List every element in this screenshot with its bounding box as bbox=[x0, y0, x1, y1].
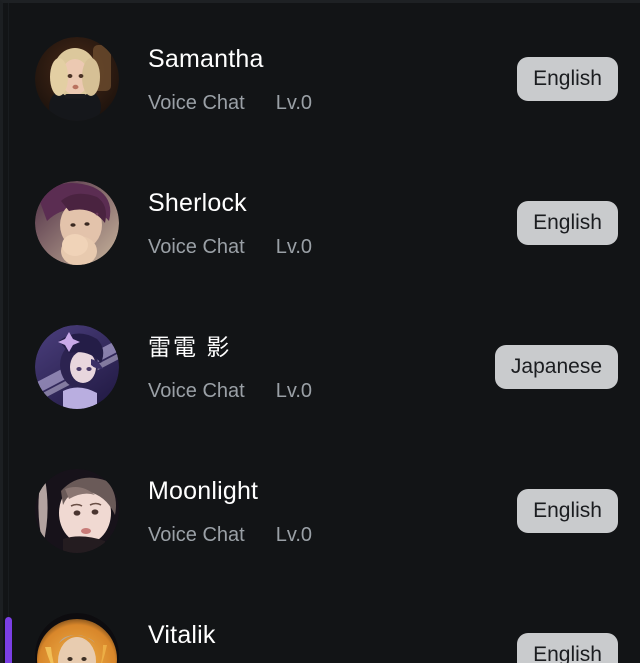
row-text: Samantha Voice Chat Lv.0 bbox=[148, 44, 312, 114]
character-list-window: Samantha Voice Chat Lv.0 English Sherloc… bbox=[0, 0, 640, 663]
level-label: Lv.0 bbox=[275, 92, 313, 114]
language-badge[interactable]: English bbox=[517, 489, 618, 533]
character-meta: Voice Chat Lv.0 bbox=[148, 236, 312, 258]
character-meta: Voice Chat Lv.0 bbox=[148, 380, 312, 402]
avatar-samantha-icon[interactable] bbox=[35, 37, 119, 121]
character-row[interactable]: Moonlight Voice Chat Lv.0 English bbox=[3, 439, 640, 583]
avatar-vitalik-icon[interactable] bbox=[35, 613, 119, 663]
row-text: Sherlock Voice Chat Lv.0 bbox=[148, 188, 312, 258]
character-name: 雷電 影 bbox=[148, 334, 232, 360]
character-row[interactable]: Samantha Voice Chat Lv.0 English bbox=[3, 7, 640, 151]
row-text: 雷電 影 Voice Chat Lv.0 bbox=[148, 332, 312, 402]
character-list: Samantha Voice Chat Lv.0 English Sherloc… bbox=[3, 3, 640, 663]
character-name: Vitalik bbox=[148, 621, 216, 649]
character-name: Moonlight bbox=[148, 477, 259, 505]
level-label: Lv.0 bbox=[275, 236, 313, 258]
character-name: Samantha bbox=[148, 45, 264, 73]
language-badge[interactable]: Japanese bbox=[494, 345, 618, 389]
avatar-moonlight-icon[interactable] bbox=[35, 469, 119, 553]
chat-mode-label: Voice Chat bbox=[148, 92, 245, 114]
row-text: Moonlight Voice Chat Lv.0 bbox=[148, 476, 312, 546]
language-badge[interactable]: English bbox=[517, 201, 618, 245]
character-meta: Voice Chat Lv.0 bbox=[148, 92, 312, 114]
character-row[interactable]: Vitalik Voice Chat Lv.0 English bbox=[3, 583, 640, 663]
language-badge[interactable]: English bbox=[517, 57, 618, 101]
chat-mode-label: Voice Chat bbox=[148, 236, 245, 258]
character-row[interactable]: 雷電 影 Voice Chat Lv.0 Japanese bbox=[3, 295, 640, 439]
chat-mode-label: Voice Chat bbox=[148, 380, 245, 402]
character-meta: Voice Chat Lv.0 bbox=[148, 524, 312, 546]
language-badge[interactable]: English bbox=[517, 633, 618, 663]
row-text: Vitalik Voice Chat Lv.0 bbox=[148, 620, 312, 663]
level-label: Lv.0 bbox=[275, 524, 313, 546]
character-name: Sherlock bbox=[148, 189, 247, 217]
avatar-raiden-icon[interactable] bbox=[35, 325, 119, 409]
chat-mode-label: Voice Chat bbox=[148, 524, 245, 546]
level-label: Lv.0 bbox=[275, 380, 313, 402]
avatar-sherlock-icon[interactable] bbox=[35, 181, 119, 265]
character-row[interactable]: Sherlock Voice Chat Lv.0 English bbox=[3, 151, 640, 295]
